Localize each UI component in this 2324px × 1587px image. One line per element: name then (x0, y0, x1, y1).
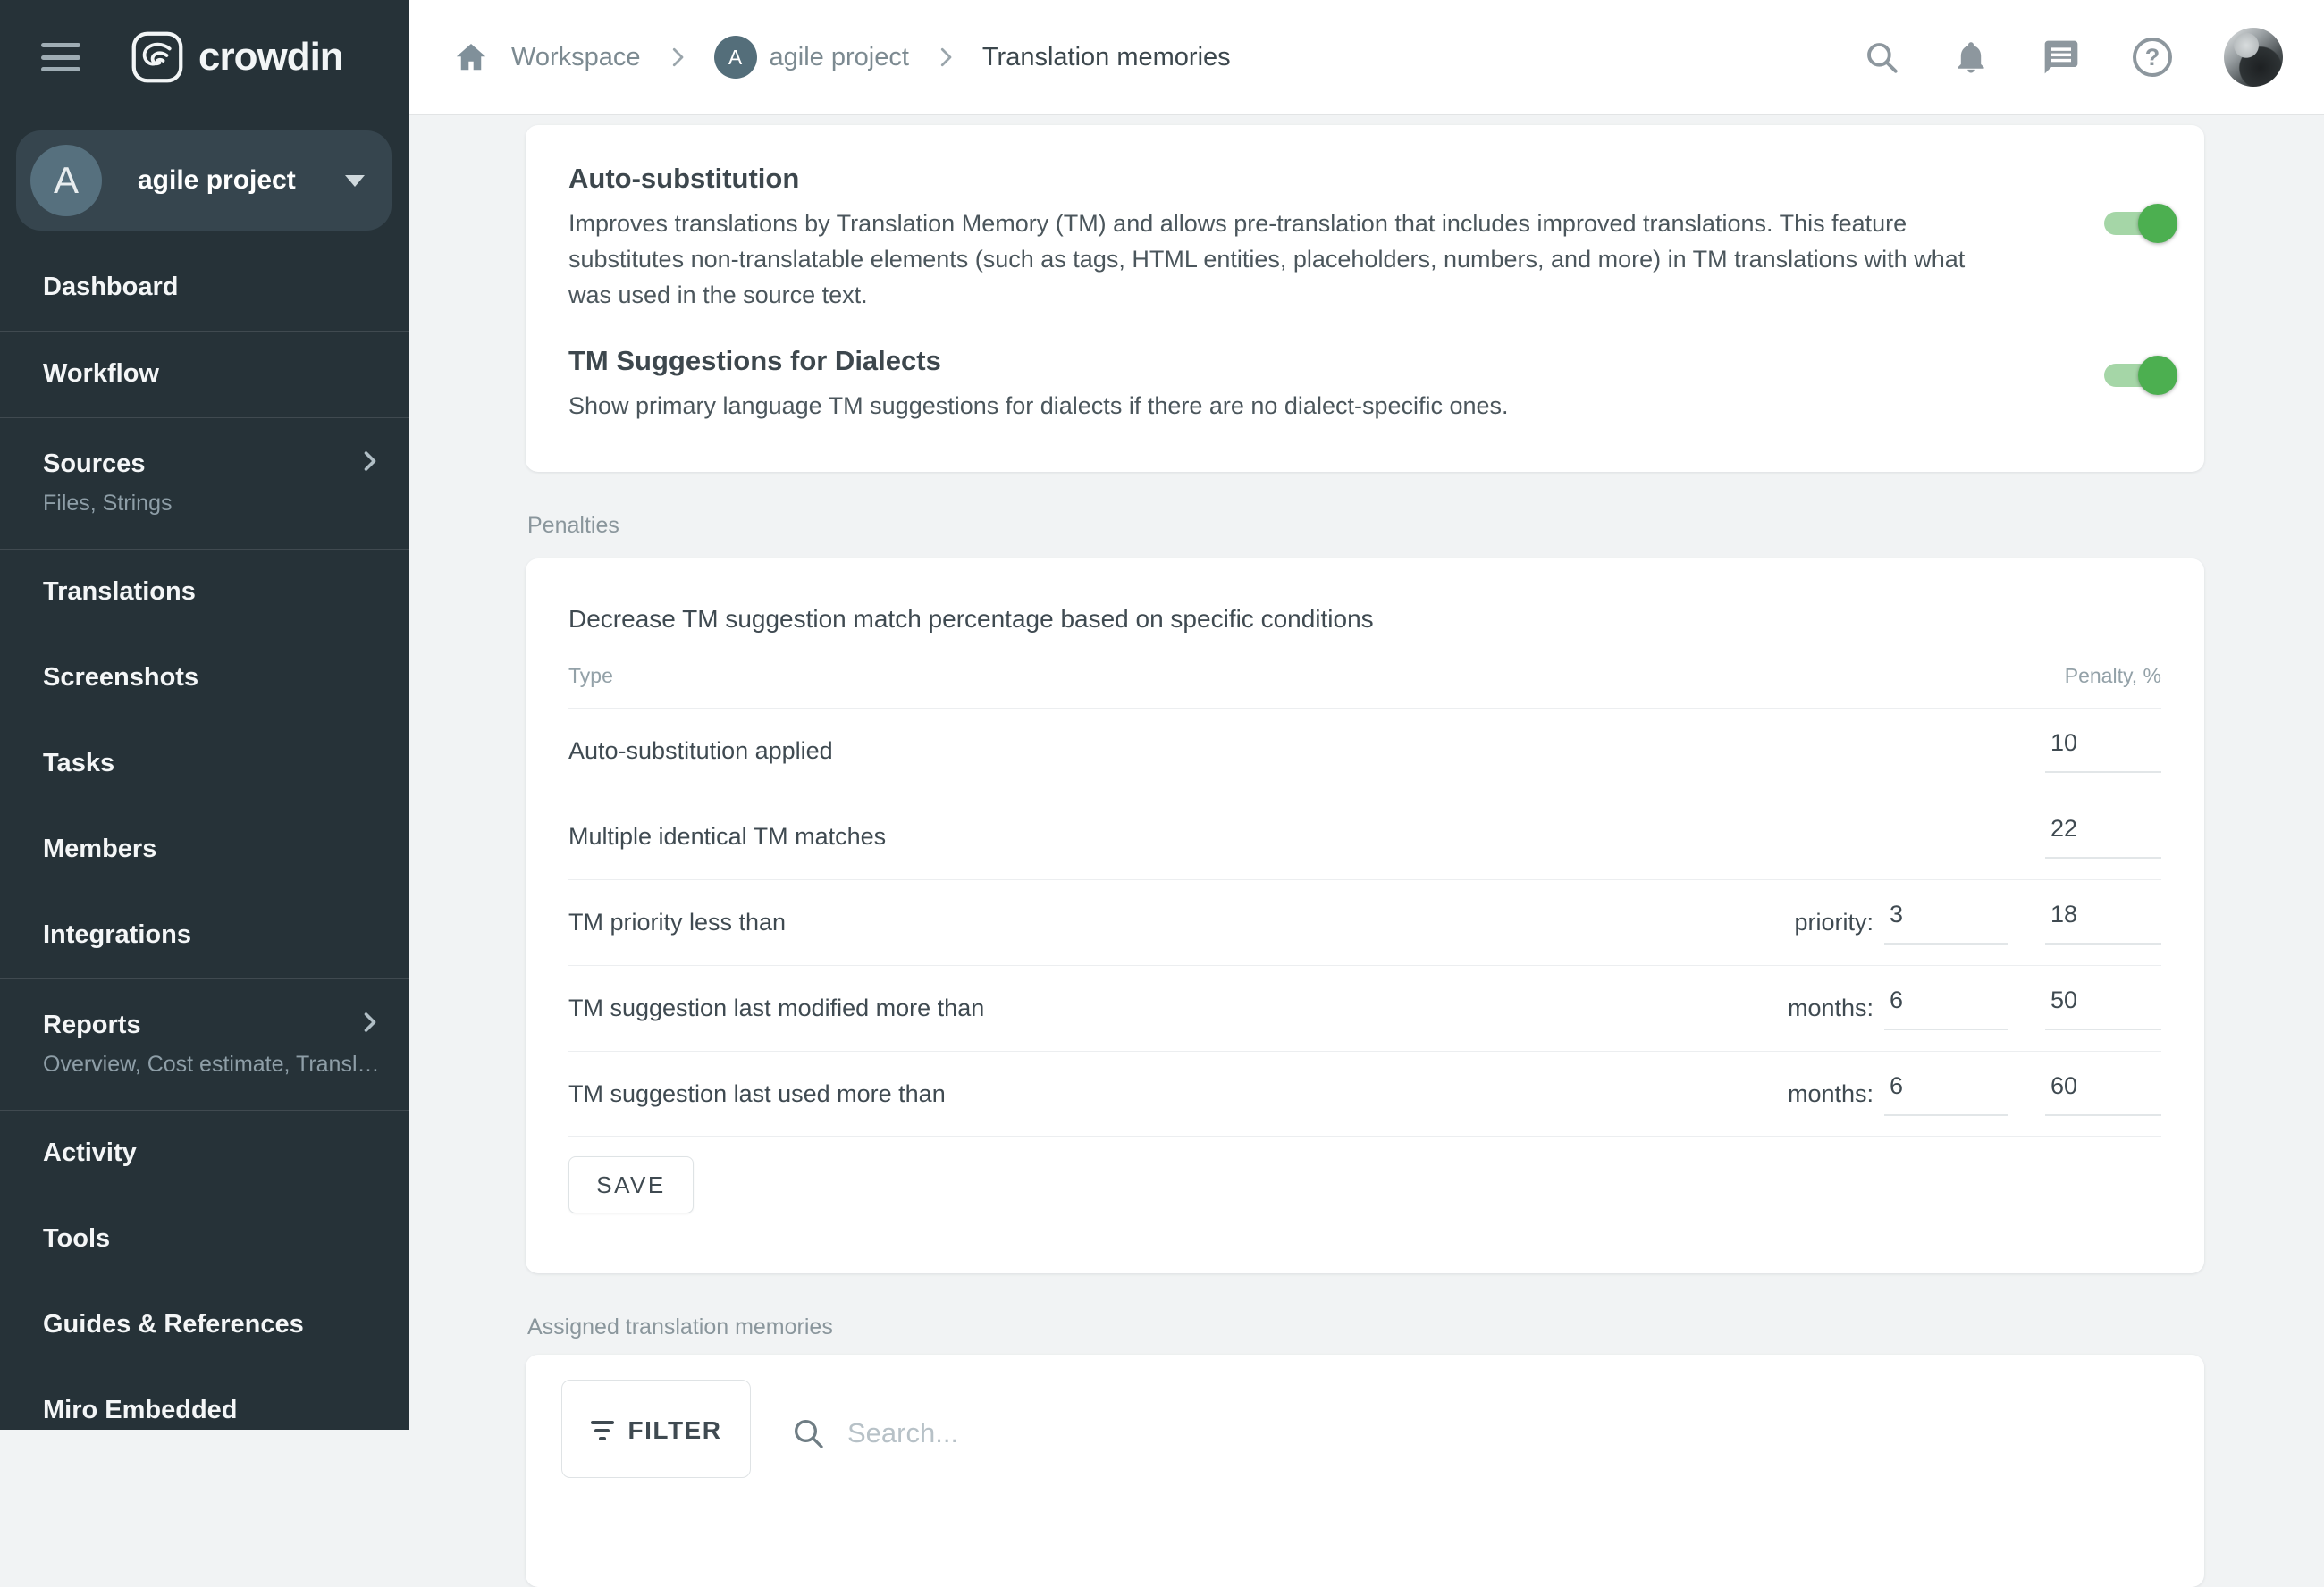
notifications-bell-icon[interactable] (1952, 38, 1990, 76)
sidebar-item-screenshots[interactable]: Screenshots (0, 635, 409, 721)
project-selector[interactable]: A agile project (16, 130, 392, 231)
breadcrumb-project[interactable]: A agile project (714, 36, 909, 79)
breadcrumb: Workspace A agile project Translation me… (454, 36, 1231, 79)
tm-dialects-block: TM Suggestions for Dialects Show primary… (568, 345, 1972, 424)
priority-param-label: priority: (1794, 909, 1874, 936)
user-avatar[interactable] (2224, 28, 2283, 87)
tm-dialects-title: TM Suggestions for Dialects (568, 345, 1972, 377)
tm-search (790, 1415, 1471, 1451)
penalty-input-auto-substitution[interactable] (2045, 729, 2161, 773)
help-icon[interactable]: ? (2133, 38, 2172, 77)
tm-dialects-description: Show primary language TM suggestions for… (568, 388, 1972, 424)
type-column-header: Type (568, 664, 2065, 688)
sidebar-item-workflow[interactable]: Workflow (0, 332, 409, 417)
sidebar-item-members[interactable]: Members (0, 807, 409, 893)
hamburger-menu-icon[interactable] (41, 43, 80, 71)
priority-value-input[interactable] (1884, 901, 2008, 945)
filter-button[interactable]: FILTER (561, 1380, 751, 1478)
penalty-input-last-modified[interactable] (2045, 987, 2161, 1030)
assigned-tm-section-label: Assigned translation memories (527, 1314, 2324, 1340)
sidebar-item-tools[interactable]: Tools (0, 1197, 409, 1282)
breadcrumb-workspace[interactable]: Workspace (511, 43, 641, 72)
auto-substitution-description: Improves translations by Translation Mem… (568, 206, 1972, 313)
tm-search-input[interactable] (846, 1416, 1471, 1450)
save-button[interactable]: SAVE (568, 1156, 694, 1213)
home-icon[interactable] (454, 40, 488, 74)
penalty-row-identical-matches: Multiple identical TM matches (568, 794, 2161, 879)
months-used-input[interactable] (1884, 1072, 2008, 1116)
months-modified-input[interactable] (1884, 987, 2008, 1030)
sidebar-item-integrations[interactable]: Integrations (0, 893, 409, 978)
crowdin-logo[interactable]: crowdin (131, 30, 343, 84)
chevron-right-icon (354, 445, 386, 477)
sidebar-item-guides[interactable]: Guides & References (0, 1282, 409, 1368)
search-icon (790, 1415, 826, 1451)
penalty-row-last-used: TM suggestion last used more than months… (568, 1051, 2161, 1137)
penalty-input-tm-priority[interactable] (2045, 901, 2161, 945)
chevron-right-icon (932, 44, 959, 71)
sidebar-item-sources[interactable]: Sources Files, Strings (0, 418, 409, 549)
breadcrumb-project-avatar: A (714, 36, 757, 79)
penalty-column-header: Penalty, % (2065, 664, 2161, 688)
chevron-right-icon (354, 1006, 386, 1038)
sidebar-item-miro-embedded[interactable]: Miro Embedded (0, 1368, 409, 1454)
auto-substitution-block: Auto-substitution Improves translations … (568, 163, 1972, 313)
penalty-row-last-modified: TM suggestion last modified more than mo… (568, 965, 2161, 1051)
sidebar-item-dashboard[interactable]: Dashboard (0, 245, 409, 331)
crowdin-logo-text: crowdin (198, 35, 343, 80)
penalty-row-auto-substitution: Auto-substitution applied (568, 708, 2161, 794)
main-content: Auto-substitution Improves translations … (409, 114, 2324, 1430)
assigned-tm-card: FILTER (526, 1355, 2204, 1587)
penalties-section-label: Penalties (527, 513, 2324, 539)
caret-down-icon (345, 175, 365, 187)
penalties-heading: Decrease TM suggestion match percentage … (568, 558, 2161, 634)
search-icon[interactable] (1863, 38, 1900, 76)
sidebar-header: crowdin (0, 0, 409, 114)
messages-chat-icon[interactable] (2042, 38, 2081, 77)
penalties-card: Decrease TM suggestion match percentage … (526, 558, 2204, 1273)
chevron-right-icon (664, 44, 691, 71)
filter-icon (591, 1421, 614, 1440)
breadcrumb-current-page: Translation memories (982, 43, 1231, 72)
tm-dialects-toggle[interactable] (2101, 356, 2177, 395)
auto-substitution-card: Auto-substitution Improves translations … (526, 125, 2204, 472)
months-param-label: months: (1788, 995, 1874, 1022)
penalty-input-last-used[interactable] (2045, 1072, 2161, 1116)
toggle-thumb (2138, 356, 2177, 395)
penalty-input-identical-matches[interactable] (2045, 815, 2161, 859)
sidebar-item-sources-subtitle: Files, Strings (43, 491, 409, 516)
sidebar-item-activity[interactable]: Activity (0, 1111, 409, 1197)
sidebar-nav: Dashboard Workflow Sources Files, String… (0, 245, 409, 1454)
sidebar-item-reports[interactable]: Reports Overview, Cost estimate, Transl… (0, 979, 409, 1110)
project-name: agile project (138, 165, 296, 196)
penalties-card-inner: Decrease TM suggestion match percentage … (526, 558, 2204, 1213)
topbar-icons: ? (1863, 28, 2283, 87)
sidebar-item-reports-subtitle: Overview, Cost estimate, Transl… (43, 1052, 409, 1078)
sidebar-item-tasks[interactable]: Tasks (0, 721, 409, 807)
toggle-thumb (2138, 204, 2177, 243)
months-param-label: months: (1788, 1080, 1874, 1108)
project-avatar: A (30, 145, 102, 216)
auto-substitution-toggle[interactable] (2101, 204, 2177, 243)
auto-substitution-title: Auto-substitution (568, 163, 1972, 195)
topbar: Workspace A agile project Translation me… (409, 0, 2324, 114)
penalties-column-headers: Type Penalty, % (568, 664, 2161, 708)
penalty-row-tm-priority: TM priority less than priority: (568, 879, 2161, 965)
crowdin-logo-icon (131, 30, 184, 84)
sidebar: crowdin A agile project Dashboard Workfl… (0, 0, 409, 1430)
sidebar-item-translations[interactable]: Translations (0, 550, 409, 635)
